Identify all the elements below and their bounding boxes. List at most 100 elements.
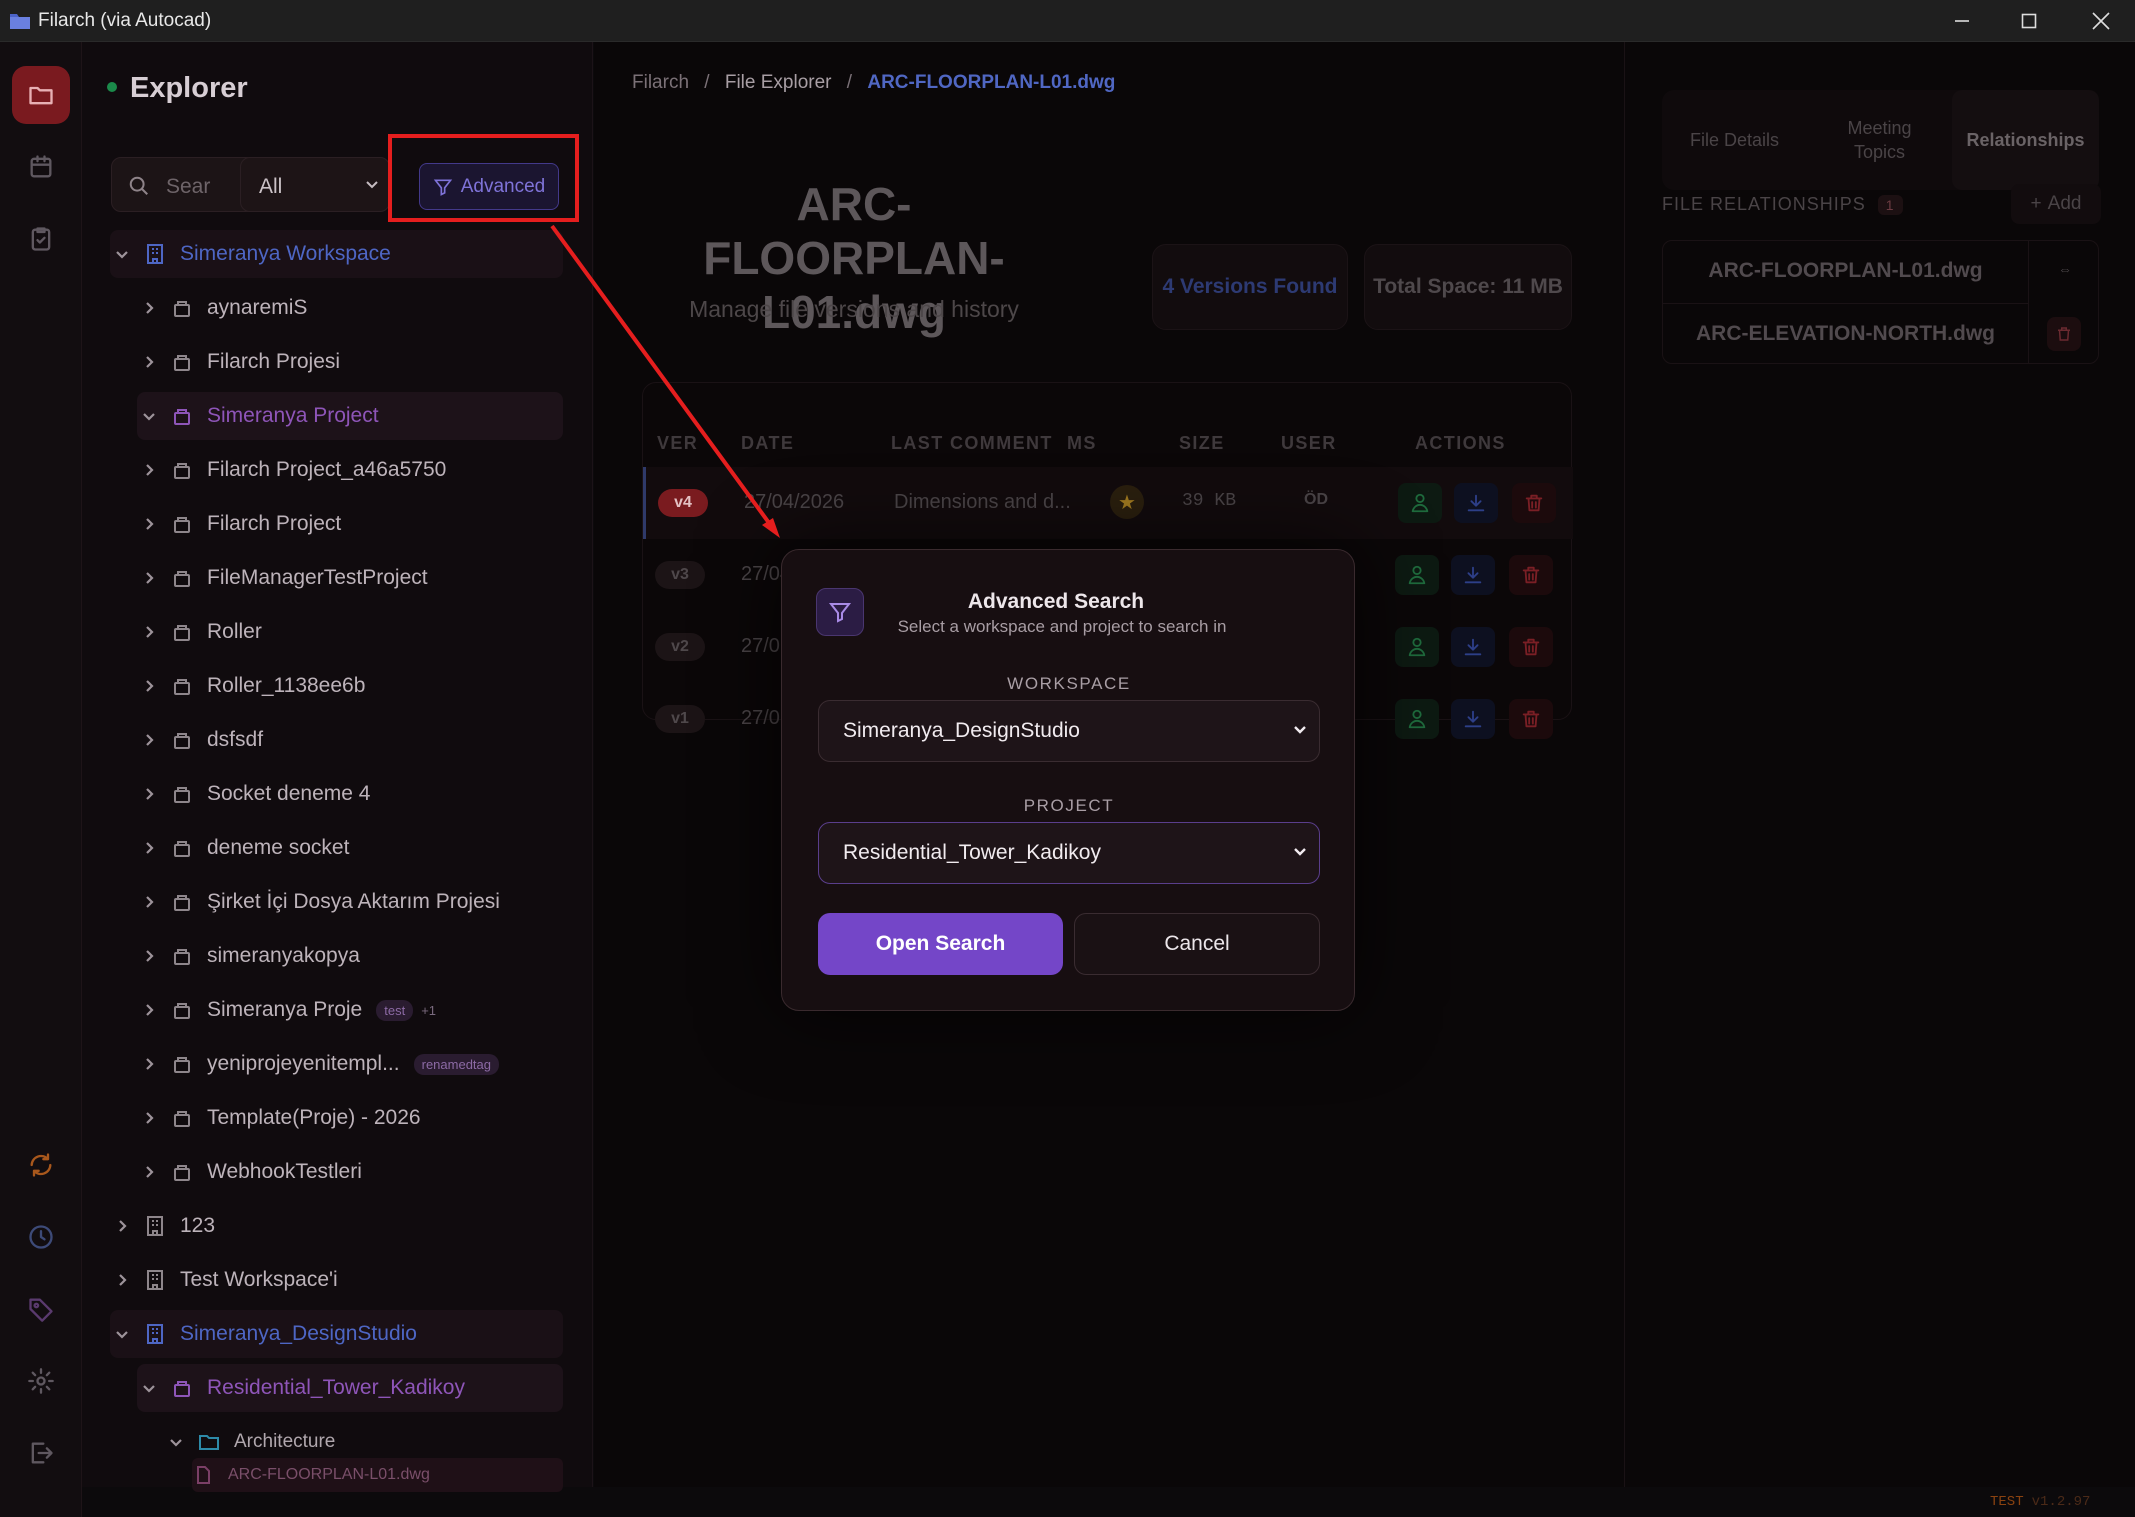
history-nav-button[interactable] xyxy=(12,1208,70,1266)
settings-nav-button[interactable] xyxy=(12,1352,70,1410)
chevron-down-icon[interactable] xyxy=(164,1430,188,1454)
tree-item-project[interactable]: Socket deneme 4 xyxy=(137,770,563,818)
chevron-right-icon[interactable] xyxy=(137,350,161,374)
tree-item-workspace[interactable]: Simeranya_DesignStudio xyxy=(110,1310,563,1358)
chevron-right-icon[interactable] xyxy=(137,890,161,914)
download-version-button[interactable] xyxy=(1451,699,1495,739)
tree-item-project[interactable]: Filarch Project_a46a5750 xyxy=(137,446,563,494)
workspace-select[interactable]: Simeranya_DesignStudio xyxy=(818,700,1320,762)
delete-version-button[interactable] xyxy=(1512,483,1556,523)
relationships-title: FILE RELATIONSHIPS xyxy=(1662,194,1866,214)
box-icon xyxy=(174,1003,190,1019)
tree-item-label: deneme socket xyxy=(207,836,350,859)
tree-item-project[interactable]: yeniprojeyenitempl... renamedtag xyxy=(137,1040,563,1088)
tree-item-project[interactable]: FileManagerTestProject xyxy=(137,554,563,602)
box-icon xyxy=(174,733,190,749)
promote-version-button[interactable] xyxy=(1395,555,1439,595)
logout-nav-button[interactable] xyxy=(12,1424,70,1482)
tree-item-project[interactable]: WebhookTestleri xyxy=(137,1148,563,1196)
trash-icon xyxy=(1525,494,1543,512)
download-version-button[interactable] xyxy=(1451,555,1495,595)
tree-item-project[interactable]: simeranyakopya xyxy=(137,932,563,980)
sync-nav-button[interactable] xyxy=(12,1136,70,1194)
delete-relation-button[interactable] xyxy=(2047,317,2081,351)
promote-version-button[interactable] xyxy=(1395,627,1439,667)
tree-item-label: aynaremiS xyxy=(207,296,308,319)
tree-item-project[interactable]: Filarch Project xyxy=(137,500,563,548)
filter-select[interactable]: All xyxy=(240,157,390,212)
relation-target[interactable]: ARC-ELEVATION-NORTH.dwg xyxy=(1663,303,2028,363)
download-version-button[interactable] xyxy=(1451,627,1495,667)
chevron-right-icon[interactable] xyxy=(137,1160,161,1184)
versions-found: 4 Versions Found xyxy=(1162,275,1338,298)
add-relationship-button[interactable]: + Add xyxy=(2011,184,2101,224)
chevron-right-icon[interactable] xyxy=(137,728,161,752)
tree-item-project[interactable]: Şirket İçi Dosya Aktarım Projesi xyxy=(137,878,563,926)
chevron-right-icon[interactable] xyxy=(137,566,161,590)
chevron-down-icon[interactable] xyxy=(110,1322,134,1346)
download-version-button[interactable] xyxy=(1454,483,1498,523)
promote-version-button[interactable] xyxy=(1398,483,1442,523)
maximize-button[interactable] xyxy=(1999,0,2059,42)
chevron-right-icon[interactable] xyxy=(110,1268,134,1292)
calendar-nav-button[interactable] xyxy=(12,138,70,196)
tree-item-project[interactable]: Residential_Tower_Kadikoy xyxy=(137,1364,563,1412)
project-select[interactable]: Residential_Tower_Kadikoy xyxy=(818,822,1320,884)
close-window-button[interactable] xyxy=(2071,0,2131,42)
breadcrumb: Filarch / File Explorer / ARC-FLOORPLAN-… xyxy=(632,72,1115,94)
relation-source[interactable]: ARC-FLOORPLAN-L01.dwg xyxy=(1663,241,2028,301)
chevron-right-icon[interactable] xyxy=(137,836,161,860)
tree-item-project[interactable]: Roller xyxy=(137,608,563,656)
chevron-right-icon[interactable] xyxy=(137,782,161,806)
tasks-nav-button[interactable] xyxy=(12,210,70,268)
tree-item-label: Filarch Projesi xyxy=(207,350,341,373)
breadcrumb-file-explorer[interactable]: File Explorer xyxy=(725,72,832,93)
project-tag: test xyxy=(376,999,414,1021)
nav-rail xyxy=(0,42,82,1517)
window-title: Filarch (via Autocad) xyxy=(38,10,212,31)
delete-version-button[interactable] xyxy=(1509,699,1553,739)
user-upload-icon xyxy=(1411,493,1429,513)
tree-item-project[interactable]: dsfsdf xyxy=(137,716,563,764)
chevron-right-icon[interactable] xyxy=(110,1214,134,1238)
delete-version-button[interactable] xyxy=(1509,627,1553,667)
tab-meeting-topics[interactable]: Meeting Topics xyxy=(1807,90,1952,190)
chevron-right-icon[interactable] xyxy=(137,296,161,320)
download-icon xyxy=(1464,638,1482,656)
cancel-button[interactable]: Cancel xyxy=(1074,913,1320,975)
tree-item-workspace[interactable]: Simeranya Workspace xyxy=(110,230,563,278)
version-row[interactable]: v4 27/04/2026 Dimensions and d... ★ 39 KB ÖD xyxy=(643,467,1573,539)
tree-item-workspace[interactable]: 123 xyxy=(110,1202,563,1250)
open-search-button[interactable]: Open Search xyxy=(818,913,1063,975)
chevron-right-icon[interactable] xyxy=(137,1106,161,1130)
tree-item-project[interactable]: Roller_1138ee6b xyxy=(137,662,563,710)
delete-version-button[interactable] xyxy=(1509,555,1553,595)
chevron-down-icon[interactable] xyxy=(137,1376,161,1400)
chevron-right-icon[interactable] xyxy=(137,674,161,698)
tags-nav-button[interactable] xyxy=(12,1280,70,1338)
chevron-down-icon[interactable] xyxy=(110,242,134,266)
tree-item-project[interactable]: aynaremiS xyxy=(137,284,563,332)
chevron-right-icon[interactable] xyxy=(137,998,161,1022)
chevron-right-icon[interactable] xyxy=(137,458,161,482)
milestone-star-icon[interactable]: ★ xyxy=(1110,485,1144,519)
tab-relationships[interactable]: Relationships xyxy=(1952,90,2099,190)
promote-version-button[interactable] xyxy=(1395,699,1439,739)
tree-item-file[interactable]: ARC-FLOORPLAN-L01.dwg xyxy=(192,1458,563,1492)
tree-item-project[interactable]: Template(Proje) - 2026 xyxy=(137,1094,563,1142)
tab-file-details[interactable]: File Details xyxy=(1662,90,1807,190)
chevron-right-icon[interactable] xyxy=(137,944,161,968)
tree-item-project[interactable]: Filarch Projesi xyxy=(137,338,563,386)
tree-item-project[interactable]: Simeranya Proje test +1 xyxy=(137,986,563,1034)
files-nav-button[interactable] xyxy=(12,66,70,124)
tree-item-workspace[interactable]: Test Workspace'i xyxy=(110,1256,563,1304)
version-size: 39 KB xyxy=(1182,491,1237,511)
chevron-right-icon[interactable] xyxy=(137,1052,161,1076)
chevron-right-icon[interactable] xyxy=(137,620,161,644)
tree-item-project[interactable]: Simeranya Project xyxy=(137,392,563,440)
minimize-button[interactable] xyxy=(1932,0,1992,42)
chevron-down-icon[interactable] xyxy=(137,404,161,428)
breadcrumb-root[interactable]: Filarch xyxy=(632,72,689,93)
tree-item-project[interactable]: deneme socket xyxy=(137,824,563,872)
chevron-right-icon[interactable] xyxy=(137,512,161,536)
